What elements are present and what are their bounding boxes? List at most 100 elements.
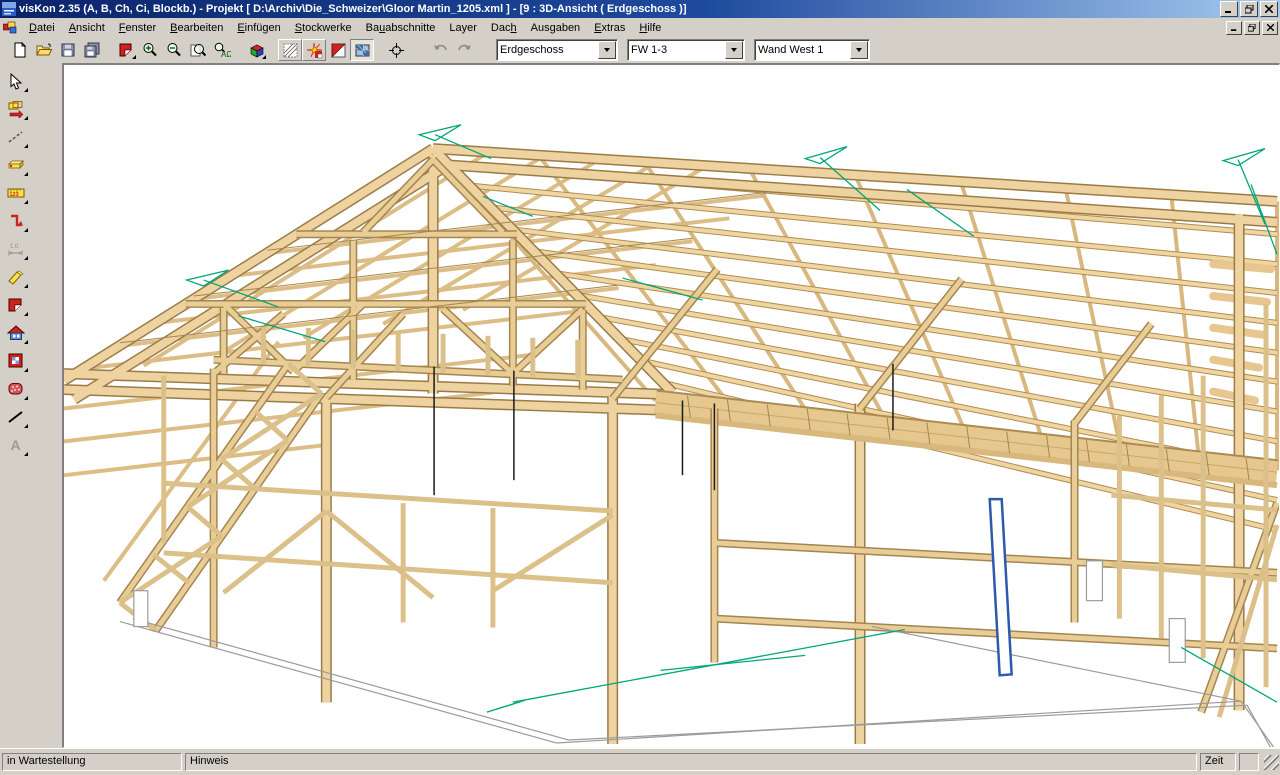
wall-combobox[interactable]: Wand West 1: [754, 39, 870, 61]
roof-corner-icon: [7, 296, 25, 314]
selected-member[interactable]: [990, 499, 1012, 675]
house-tool-button[interactable]: [3, 320, 29, 345]
restore-button[interactable]: [1240, 1, 1258, 17]
zoom-in-button[interactable]: [138, 39, 162, 61]
covering-icon: [7, 380, 25, 398]
center-view-button[interactable]: [384, 39, 408, 61]
storey-combobox[interactable]: Erdgeschoss: [496, 39, 618, 61]
open-button[interactable]: [32, 39, 56, 61]
child-close-icon: [1267, 24, 1274, 31]
section-combobox[interactable]: FW 1-3: [627, 39, 745, 61]
menu-einfuegen[interactable]: Einfügen: [230, 21, 287, 35]
menu-hilfe[interactable]: Hilfe: [632, 21, 668, 35]
menu-ausgaben[interactable]: Ausgaben: [524, 21, 588, 35]
resize-grip[interactable]: [1264, 755, 1279, 770]
svg-text:AΩ: AΩ: [221, 50, 231, 59]
status-mode: in Wartestellung: [2, 753, 182, 771]
close-button[interactable]: [1260, 1, 1278, 17]
project-view-button[interactable]: [114, 39, 138, 61]
cursor-icon: [7, 72, 25, 90]
move-copy-tool-button[interactable]: [3, 96, 29, 121]
save-all-button[interactable]: [80, 39, 104, 61]
child-restore-icon: [1248, 24, 1256, 32]
zoom-out-button[interactable]: [162, 39, 186, 61]
timber-model-drawing: [64, 65, 1279, 747]
mdi-child-icon: [3, 21, 18, 35]
red-corner-icon: [118, 42, 134, 58]
title-bar: visKon 2.35 (A, B, Ch, Ci, Blockb.) - Pr…: [0, 0, 1280, 18]
redo-icon: [456, 43, 473, 58]
timber-tool-button[interactable]: [3, 264, 29, 289]
dimension-icon: 1.0: [7, 240, 25, 258]
child-minimize-button[interactable]: [1226, 21, 1242, 35]
undo-icon: [432, 43, 449, 58]
section-dropdown-arrow[interactable]: [725, 41, 743, 59]
view-hidden-line-button[interactable]: [302, 39, 326, 61]
crosshair-icon: [388, 42, 405, 59]
open-folder-icon: [36, 42, 53, 58]
zoom-text-button[interactable]: AΩ: [210, 39, 234, 61]
storey-dropdown-arrow[interactable]: [598, 41, 616, 59]
child-close-button[interactable]: [1262, 21, 1278, 35]
menu-stockwerke[interactable]: Stockwerke: [288, 21, 359, 35]
menu-bauabschnitte[interactable]: Bauabschnitte: [359, 21, 443, 35]
svg-text:123: 123: [10, 192, 19, 198]
wireframe-icon: [282, 42, 299, 59]
menu-fenster[interactable]: Fenster: [112, 21, 163, 35]
zoom-page-button[interactable]: [186, 39, 210, 61]
close-icon: [1265, 5, 1273, 13]
timber-icon: [7, 268, 25, 286]
minimize-button[interactable]: [1220, 1, 1238, 17]
move-copy-icon: [7, 100, 25, 118]
roof-tool-button[interactable]: [3, 292, 29, 317]
view-shaded-button[interactable]: [350, 39, 374, 61]
section-value: FW 1-3: [628, 44, 724, 56]
status-hint: Hinweis: [185, 753, 1197, 771]
menu-layer[interactable]: Layer: [442, 21, 484, 35]
svg-text:1.0: 1.0: [10, 244, 19, 250]
status-empty-panel: [1239, 753, 1259, 771]
window-title: visKon 2.35 (A, B, Ch, Ci, Blockb.) - Pr…: [19, 3, 686, 15]
zoom-in-icon: [142, 42, 159, 59]
view-red-corner-button[interactable]: [326, 39, 350, 61]
wall-dropdown-arrow[interactable]: [850, 41, 868, 59]
child-minimize-icon: [1231, 24, 1238, 31]
dimension-tool-button[interactable]: 1.0: [3, 236, 29, 261]
child-restore-button[interactable]: [1244, 21, 1260, 35]
view-3d-button[interactable]: [244, 39, 268, 61]
status-bar: in Wartestellung Hinweis Zeit: [0, 748, 1280, 775]
construction-line-tool-button[interactable]: [3, 124, 29, 149]
ground-outline: [120, 561, 1277, 747]
app-icon: [2, 2, 16, 16]
select-tool-button[interactable]: [3, 68, 29, 93]
save-all-icon: [84, 42, 101, 58]
storey-value: Erdgeschoss: [497, 44, 597, 56]
restore-icon: [1245, 5, 1254, 14]
ruler-icon: 123: [7, 184, 25, 202]
menu-ansicht[interactable]: Ansicht: [62, 21, 112, 35]
viewport-3d[interactable]: [62, 63, 1280, 748]
menu-extras[interactable]: Extras: [587, 21, 632, 35]
view-wireframe-button[interactable]: [278, 39, 302, 61]
save-floppy-icon: [60, 42, 76, 58]
dashed-line-icon: [7, 128, 25, 146]
measure-tool-button[interactable]: 123: [3, 180, 29, 205]
new-button[interactable]: [8, 39, 32, 61]
wall-tool-button[interactable]: [3, 348, 29, 373]
line-tool-button[interactable]: [3, 404, 29, 429]
minimize-icon: [1225, 5, 1233, 13]
menu-datei[interactable]: Datei: [22, 21, 62, 35]
line-icon: [7, 408, 25, 426]
zoom-out-icon: [166, 42, 183, 59]
svg-text:A: A: [11, 437, 21, 453]
save-button[interactable]: [56, 39, 80, 61]
undo-button[interactable]: [428, 39, 452, 61]
redo-button[interactable]: [452, 39, 476, 61]
rotate-tool-button[interactable]: [3, 208, 29, 233]
text-tool-button[interactable]: A: [3, 432, 29, 457]
covering-tool-button[interactable]: [3, 376, 29, 401]
menu-dach[interactable]: Dach: [484, 21, 524, 35]
beam-tool-button[interactable]: [3, 152, 29, 177]
menu-bearbeiten[interactable]: Bearbeiten: [163, 21, 230, 35]
house-icon: [7, 324, 25, 342]
